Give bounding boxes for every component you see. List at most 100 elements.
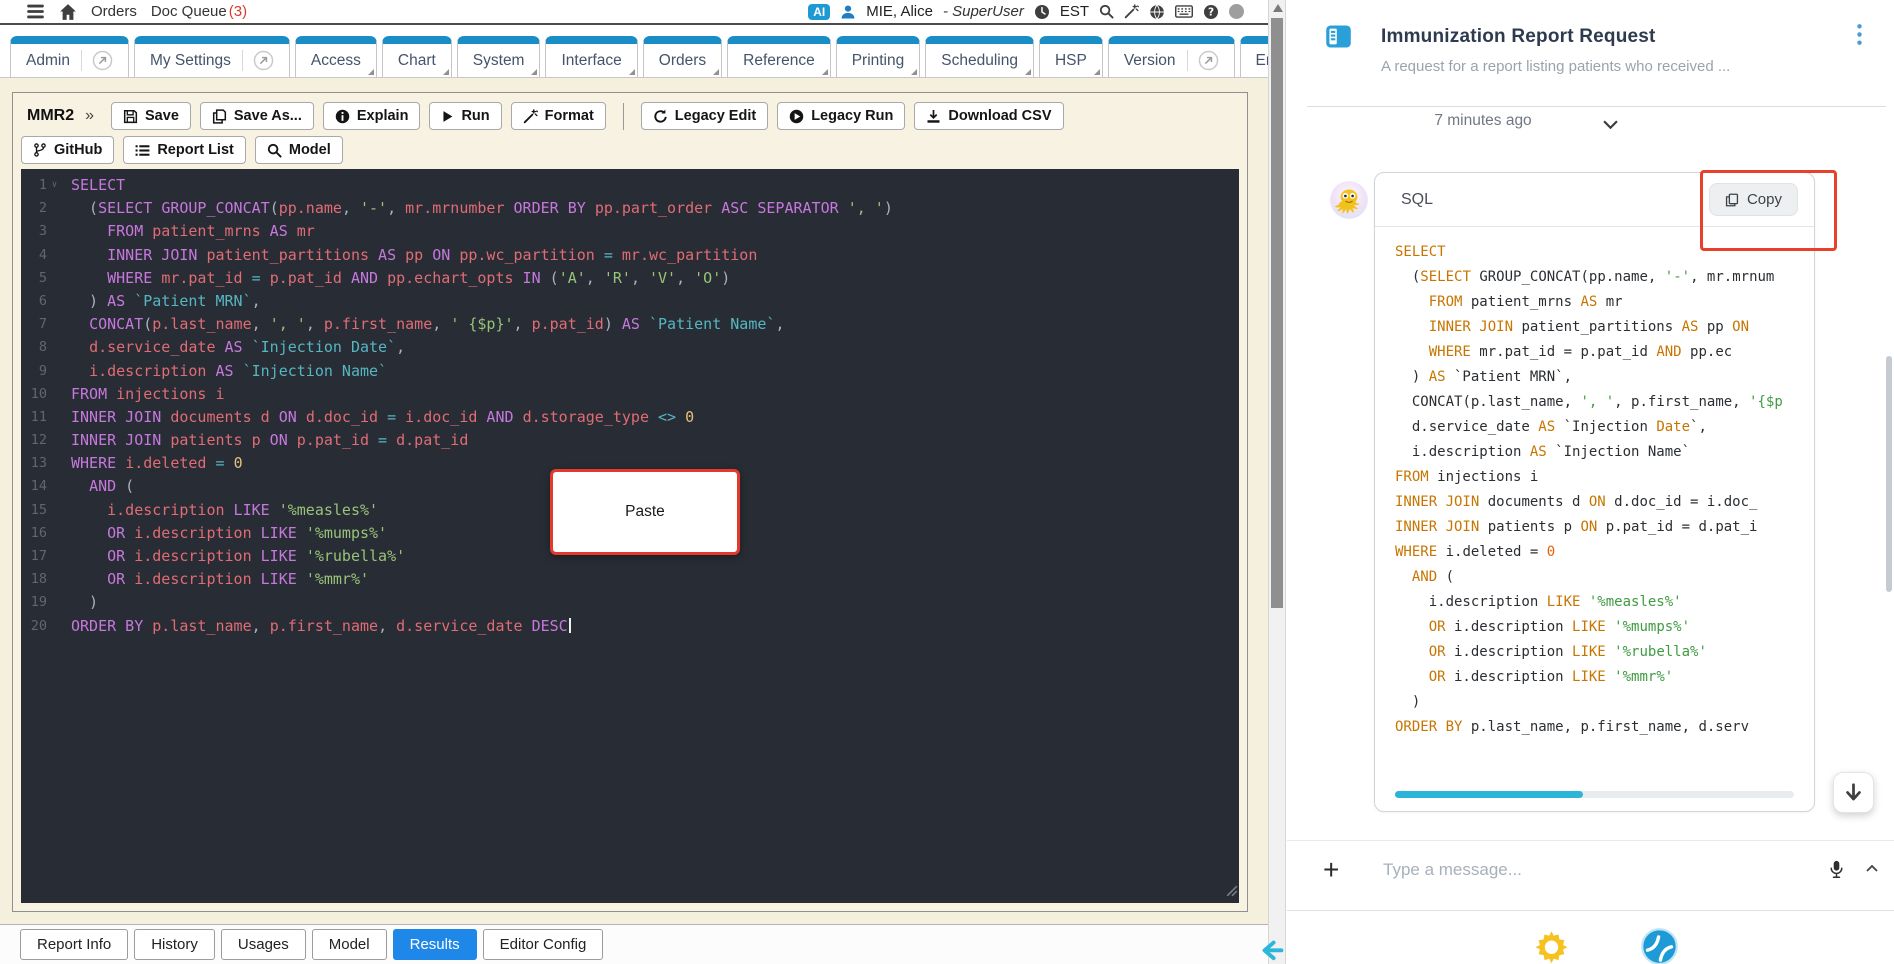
toolbar-button-label: Download CSV: [948, 108, 1052, 124]
tab-model[interactable]: Model: [311, 929, 387, 960]
save-as-icon: [212, 108, 227, 124]
toolbar-button-label: Save As...: [233, 108, 302, 124]
scrollbar-thumb[interactable]: [1271, 18, 1283, 608]
code-line: 1 ∨ SELECT: [38, 176, 126, 194]
hamburger-menu-icon[interactable]: [26, 2, 45, 21]
code-line: d.service_date AS `Injection Date`,: [1395, 419, 1707, 435]
tab-system[interactable]: System: [456, 36, 541, 77]
breadcrumb-orders[interactable]: Orders: [91, 3, 137, 20]
toolbar-button-label: Explain: [356, 108, 409, 124]
chat-title: Immunization Report Request: [1381, 26, 1656, 47]
code-line: FROM patient_mrns AS mr: [1428, 294, 1623, 310]
vertical-scrollbar[interactable]: [1268, 0, 1286, 964]
nav-tab-label: Admin: [26, 51, 70, 69]
paste-button[interactable]: Paste: [550, 469, 740, 555]
report-name-expander[interactable]: »: [85, 107, 94, 125]
bottom-tab-label: Report Info: [37, 936, 112, 953]
tab-history[interactable]: History: [134, 929, 215, 960]
assistant-orb-icon[interactable]: [1641, 928, 1678, 964]
user-icon[interactable]: [840, 4, 856, 20]
tab-orders[interactable]: Orders: [642, 36, 723, 77]
tab-editor-config[interactable]: Editor Config: [482, 929, 604, 960]
breadcrumb-doc-queue[interactable]: Doc Queue (3): [151, 3, 247, 20]
copy-button[interactable]: Copy: [1708, 183, 1798, 216]
external-link-icon: [241, 50, 274, 71]
panel-sidebar-icon[interactable]: [1325, 23, 1352, 55]
teal-arrow-icon: [1258, 938, 1284, 964]
footer-divider: [1287, 910, 1894, 911]
toolbar-button-label: Report List: [157, 142, 234, 158]
scrollbar-up-arrow-icon[interactable]: [1273, 4, 1283, 12]
home-icon[interactable]: [59, 3, 77, 21]
nav-tab-label: System: [472, 51, 525, 69]
code-line: ): [1395, 694, 1421, 710]
message-input[interactable]: [1383, 859, 1813, 880]
tab-version[interactable]: Version: [1107, 36, 1235, 77]
nav-tab-label: Scheduling: [941, 51, 1018, 69]
tab-interface[interactable]: Interface: [545, 36, 638, 77]
nav-tab-label: Orders: [658, 51, 707, 69]
tab-reference[interactable]: Reference: [727, 36, 831, 77]
microphone-icon[interactable]: [1829, 860, 1844, 879]
run-icon: [441, 110, 454, 123]
tab-chart[interactable]: Chart: [381, 36, 452, 77]
save-button[interactable]: Save: [111, 102, 191, 130]
tab-printing[interactable]: Printing: [835, 36, 921, 77]
code-line: i.description LIKE '%measles%': [1395, 594, 1682, 610]
legacy-run-button[interactable]: Legacy Run: [777, 102, 906, 130]
tab-hsp[interactable]: HSP: [1038, 36, 1103, 77]
sql-card-label: SQL: [1401, 190, 1434, 208]
clock-icon[interactable]: [1034, 4, 1050, 20]
user-name: MIE, Alice: [866, 3, 933, 20]
sql-message-card: SQL Copy SELECT (SELECT GROUP_CONCAT(pp.…: [1374, 172, 1815, 812]
save-as-button[interactable]: Save As...: [199, 102, 314, 130]
tab-access[interactable]: Access: [294, 36, 377, 77]
run-button[interactable]: Run: [429, 102, 502, 130]
settings-gear-icon[interactable]: [1534, 929, 1569, 964]
code-line: 7 CONCAT(p.last_name, ', ', p.first_name…: [38, 315, 785, 334]
format-button[interactable]: Format: [510, 102, 606, 130]
globe-icon[interactable]: [1149, 4, 1165, 20]
report-list-button[interactable]: Report List: [123, 136, 246, 164]
search-icon[interactable]: [1099, 4, 1114, 19]
code-line: FROM injections i: [1395, 469, 1539, 485]
tab-employer-organizations[interactable]: Employer Organizations: [1239, 36, 1268, 77]
legacy-edit-button[interactable]: Legacy Edit: [640, 102, 769, 130]
message-input-row: +: [1287, 840, 1894, 898]
panel-scrollbar-thumb[interactable]: [1886, 356, 1892, 592]
nav-tab-label: My Settings: [149, 51, 231, 69]
presence-icon[interactable]: [1229, 4, 1244, 19]
chevron-down-icon[interactable]: [1603, 116, 1618, 134]
toolbar-button-label: Save: [145, 108, 179, 124]
paste-button-label: Paste: [625, 503, 665, 520]
code-line: INNER JOIN documents d ON d.doc_id = i.d…: [1395, 494, 1758, 510]
model-button[interactable]: Model: [254, 136, 343, 164]
scroll-to-bottom-button[interactable]: [1833, 772, 1874, 813]
kebab-menu-icon[interactable]: [1857, 24, 1862, 50]
code-line: OR i.description LIKE '%rubella%': [1428, 644, 1707, 660]
tab-admin[interactable]: Admin: [10, 36, 129, 77]
tab-my-settings[interactable]: My Settings: [133, 36, 290, 77]
bottom-tab-label: Model: [328, 936, 370, 953]
code-line: WHERE mr.pat_id = p.pat_id AND pp.ec: [1428, 344, 1733, 360]
keyboard-icon[interactable]: [1175, 5, 1193, 18]
help-icon[interactable]: ?: [1203, 4, 1219, 20]
tab-scheduling[interactable]: Scheduling: [925, 36, 1034, 77]
download-csv-button[interactable]: Download CSV: [914, 102, 1064, 130]
nav-tab-label: Interface: [561, 51, 622, 69]
resize-grip-icon[interactable]: [1226, 884, 1238, 902]
magic-wand-icon[interactable]: [1124, 4, 1139, 19]
tab-report-info[interactable]: Report Info: [20, 929, 129, 960]
attach-plus-button[interactable]: +: [1323, 855, 1339, 884]
generation-progress-fill: [1395, 791, 1583, 798]
chevron-up-icon[interactable]: [1866, 859, 1878, 877]
code-line: OR i.description LIKE '%mumps%': [1428, 619, 1691, 635]
external-link-icon: [1186, 50, 1219, 71]
ai-badge[interactable]: AI: [808, 3, 831, 20]
tab-usages[interactable]: Usages: [220, 929, 306, 960]
github-button[interactable]: GitHub: [21, 136, 115, 164]
explain-button[interactable]: Explain: [322, 102, 421, 130]
tab-results[interactable]: Results: [392, 929, 477, 960]
code-line: 3 FROM patient_mrns AS mr: [38, 222, 315, 241]
nav-tab-label: Employer Organizations: [1255, 51, 1268, 69]
